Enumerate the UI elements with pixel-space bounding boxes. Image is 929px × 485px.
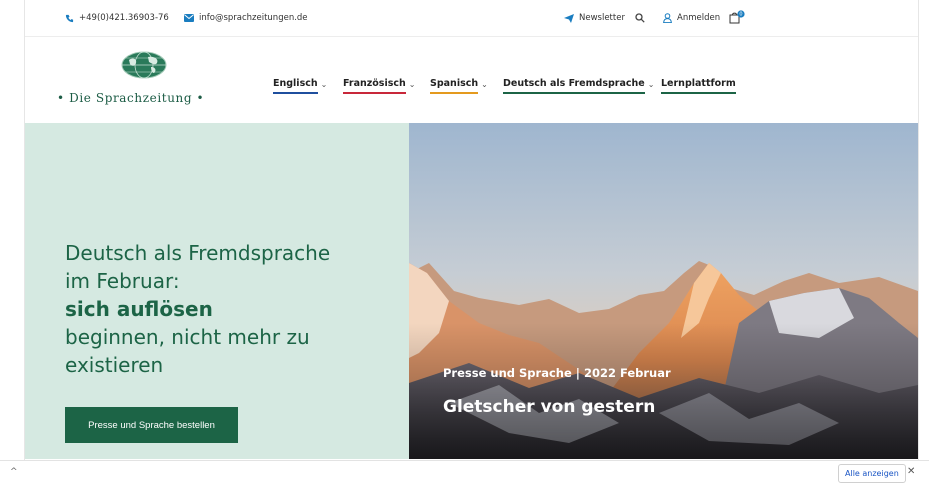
nav-label: Englisch xyxy=(273,78,318,89)
order-button[interactable]: Presse und Sprache bestellen xyxy=(65,407,238,443)
globe-logo-icon[interactable] xyxy=(121,51,167,79)
nav-label: Spanisch xyxy=(430,78,479,89)
nav-spanisch[interactable]: Spanisch ⌄ xyxy=(430,78,488,94)
chevron-down-icon: ⌄ xyxy=(408,80,416,89)
hero-kicker: Presse und Sprache | 2022 Februar xyxy=(443,366,671,380)
newsletter-link[interactable]: Newsletter xyxy=(564,13,625,23)
cart-count: 0 xyxy=(739,12,742,18)
shopping-bag-icon: 0 xyxy=(729,10,745,24)
nav-englisch[interactable]: Englisch ⌄ xyxy=(273,78,328,94)
hero-highlight: sich auflösen xyxy=(65,297,213,321)
chevron-down-icon: ⌄ xyxy=(320,80,328,89)
mail-icon xyxy=(184,14,194,22)
paper-plane-icon xyxy=(564,13,574,23)
hero-line: Deutsch als Fremdsprache xyxy=(65,241,331,265)
nav-deutsch-als-fremdsprache[interactable]: Deutsch als Fremdsprache ⌄ xyxy=(503,78,655,94)
nav-lernplattform[interactable]: Lernplattform xyxy=(661,78,736,94)
email-link[interactable]: info@sprachzeitungen.de xyxy=(184,13,308,23)
cart-button[interactable]: 0 xyxy=(729,10,745,24)
email-address: info@sprachzeitungen.de xyxy=(199,13,308,23)
hero-line: existieren xyxy=(65,353,164,377)
nav-franzoesisch[interactable]: Französisch ⌄ xyxy=(343,78,416,94)
user-icon xyxy=(663,13,672,23)
page: +49(0)421.36903-76 info@sprachzeitungen.… xyxy=(24,0,919,460)
close-icon[interactable]: ✕ xyxy=(907,466,915,477)
nav-label: Französisch xyxy=(343,78,406,89)
chevron-down-icon: ⌄ xyxy=(647,80,655,89)
phone-icon xyxy=(65,14,74,22)
hero-text-panel: Deutsch als Fremdsprache im Februar: sic… xyxy=(25,123,409,459)
phone-link[interactable]: +49(0)421.36903-76 xyxy=(65,13,169,23)
search-icon xyxy=(635,13,645,23)
nav-label: Deutsch als Fremdsprache xyxy=(503,78,645,89)
brand-wordmark[interactable]: • Die Sprachzeitung • xyxy=(57,91,204,105)
hero-title[interactable]: Gletscher von gestern xyxy=(443,397,655,417)
nav-label: Lernplattform xyxy=(661,78,736,89)
download-bar: ^ Alle anzeigen ✕ xyxy=(0,460,929,485)
chevron-up-icon[interactable]: ^ xyxy=(10,467,18,477)
login-link[interactable]: Anmelden xyxy=(663,13,720,23)
hero-line: im Februar: xyxy=(65,269,180,293)
login-label: Anmelden xyxy=(677,13,721,23)
hero-image-panel[interactable]: Presse und Sprache | 2022 Februar Gletsc… xyxy=(409,123,918,459)
hero-headline: Deutsch als Fremdsprache im Februar: sic… xyxy=(65,239,395,379)
show-all-button[interactable]: Alle anzeigen xyxy=(838,464,906,483)
site-header: • Die Sprachzeitung • Englisch ⌄ Französ… xyxy=(25,37,918,122)
phone-number: +49(0)421.36903-76 xyxy=(79,13,169,23)
top-utility-bar: +49(0)421.36903-76 info@sprachzeitungen.… xyxy=(25,0,918,37)
newsletter-label: Newsletter xyxy=(579,13,625,23)
hero-line: beginnen, nicht mehr zu xyxy=(65,325,310,349)
chevron-down-icon: ⌄ xyxy=(481,80,488,89)
search-button[interactable] xyxy=(635,13,645,23)
